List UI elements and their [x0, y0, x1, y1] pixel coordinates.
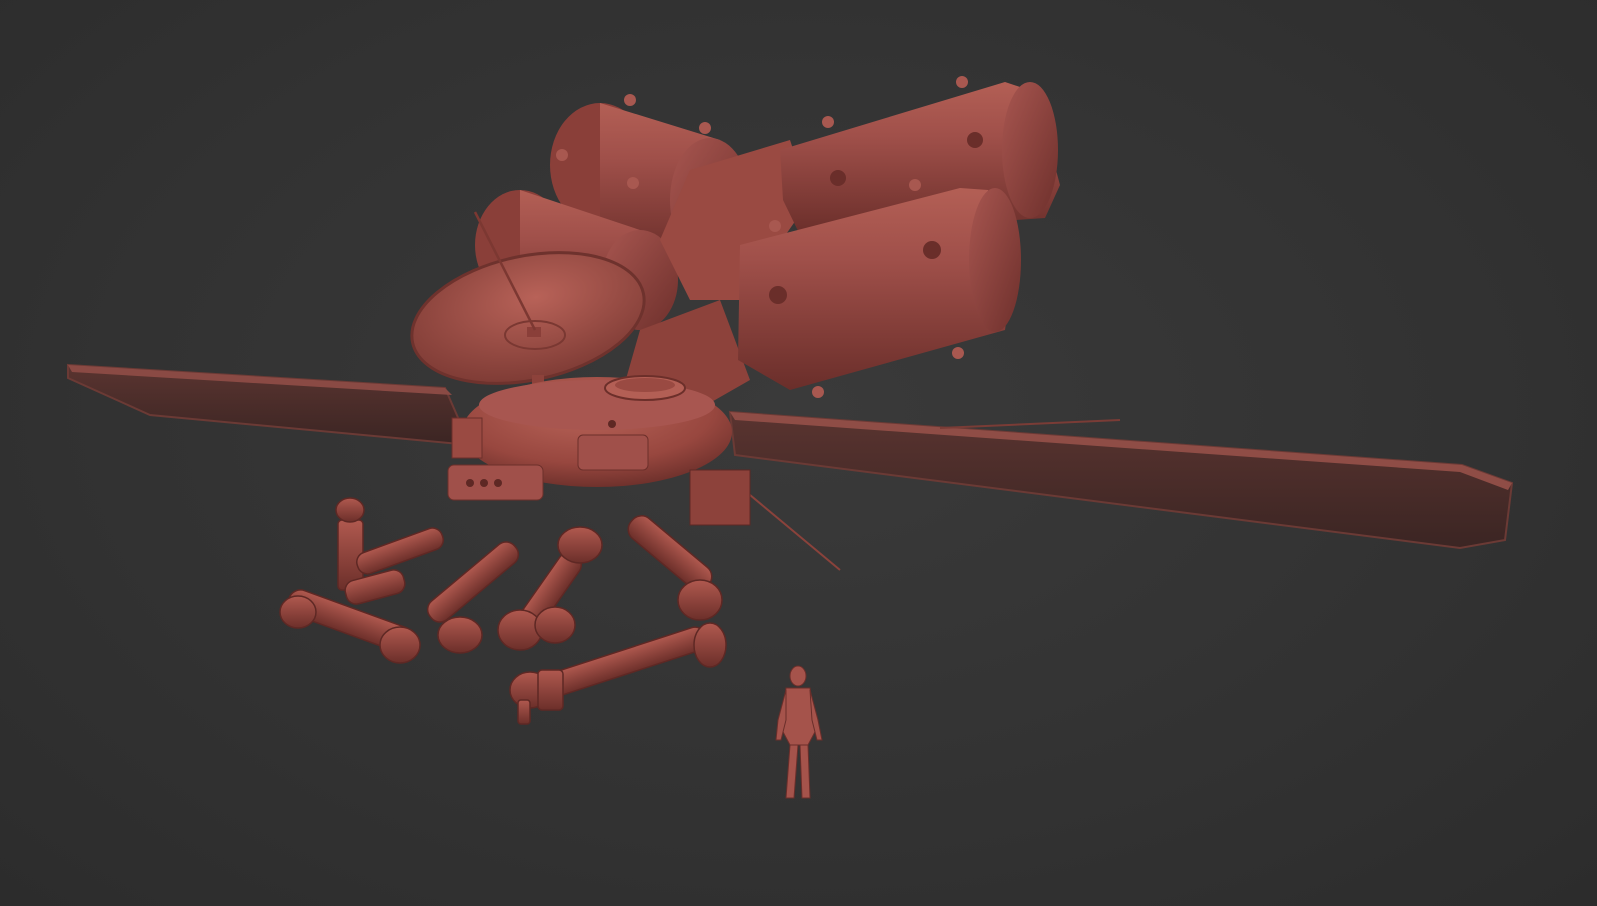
- robotic-arms: [279, 497, 727, 725]
- solar-panel-left: [67, 363, 472, 447]
- 3d-viewport[interactable]: [0, 0, 1597, 906]
- solar-panel-right: [728, 410, 1514, 550]
- scene-render: [67, 76, 1514, 799]
- human-scale-figure: [775, 665, 823, 799]
- main-body: [447, 375, 751, 526]
